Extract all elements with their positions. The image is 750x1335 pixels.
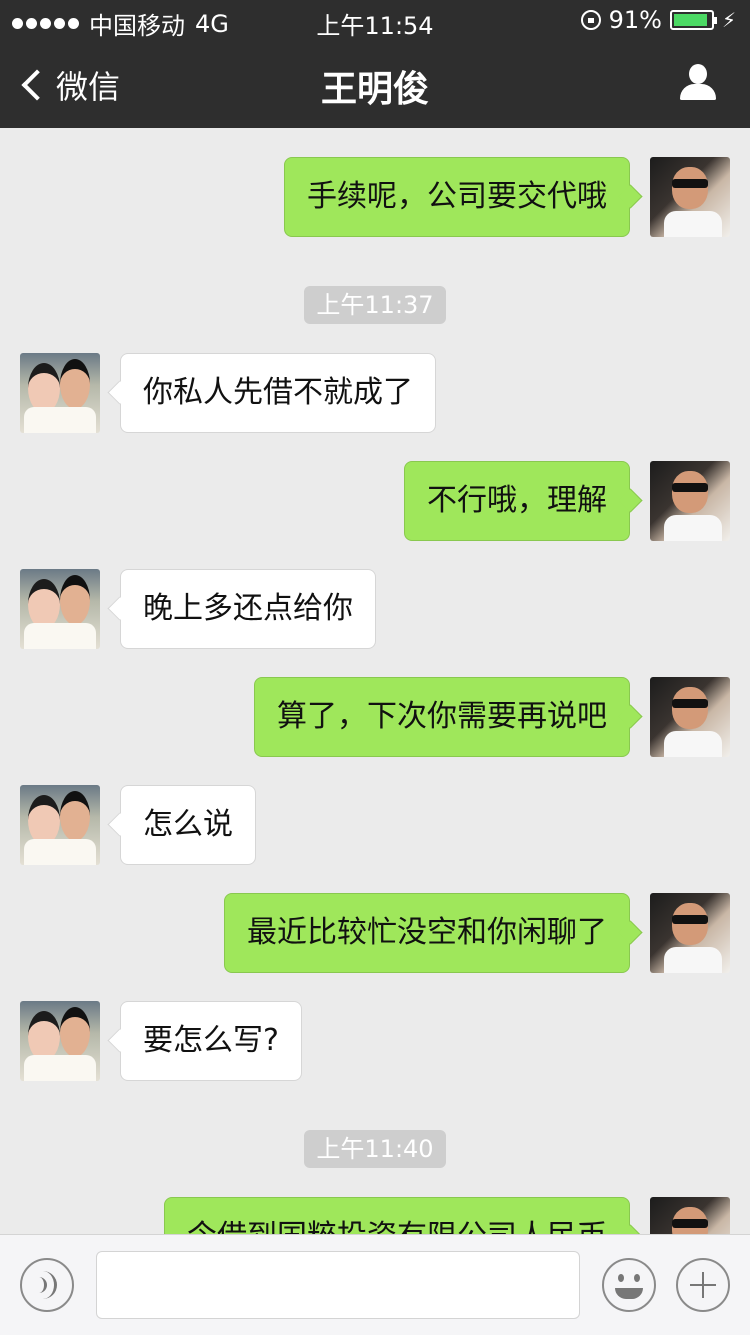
timestamp: 上午11:40 — [0, 1130, 750, 1168]
message-bubble-incoming[interactable]: 晚上多还点给你 — [120, 569, 376, 649]
timestamp-label: 上午11:37 — [304, 286, 446, 324]
status-bar: 中国移动 4G 上午11:54 91% ⚡ — [0, 0, 750, 40]
my-avatar[interactable] — [650, 461, 730, 541]
message-bubble-outgoing[interactable]: 算了，下次你需要再说吧 — [254, 677, 630, 757]
contact-avatar[interactable] — [20, 353, 100, 433]
message-bubble-outgoing[interactable]: 最近比较忙没空和你闲聊了 — [224, 893, 630, 973]
my-avatar[interactable] — [650, 157, 730, 237]
chat-title: 王明俊 — [320, 69, 429, 110]
contact-avatar[interactable] — [20, 785, 100, 865]
message-bubble-incoming[interactable]: 怎么说 — [120, 785, 256, 865]
message-bubble-outgoing[interactable]: 手续呢，公司要交代哦 — [284, 157, 630, 237]
my-avatar[interactable] — [650, 677, 730, 757]
my-avatar[interactable] — [650, 1197, 730, 1234]
input-bar — [0, 1234, 750, 1335]
emoji-button[interactable] — [602, 1258, 656, 1312]
message-input[interactable] — [96, 1251, 580, 1319]
battery-percent: 91% — [608, 6, 662, 34]
rotation-lock-icon — [580, 10, 601, 30]
smiley-icon — [618, 1274, 624, 1282]
timestamp: 上午11:37 — [0, 286, 750, 324]
chat-area[interactable]: 手续呢，公司要交代哦 上午11:37 你私人先借不就成了 不行哦，理解 晚上多还… — [0, 128, 750, 1234]
more-options-button[interactable] — [676, 1258, 730, 1312]
message-bubble-incoming[interactable]: 要怎么写? — [120, 1001, 302, 1081]
contact-avatar[interactable] — [20, 1001, 100, 1081]
status-right: 91% ⚡ — [580, 6, 736, 34]
my-avatar[interactable] — [650, 893, 730, 973]
contact-avatar[interactable] — [20, 569, 100, 649]
timestamp-label: 上午11:40 — [304, 1130, 446, 1168]
battery-icon — [669, 10, 717, 30]
voice-input-button[interactable] — [20, 1258, 74, 1312]
message-bubble-outgoing[interactable]: 不行哦，理解 — [404, 461, 630, 541]
message-bubble-incoming[interactable]: 你私人先借不就成了 — [120, 353, 436, 433]
message-bubble-outgoing[interactable]: 今借到国粹投资有限公司人民币 — [164, 1197, 630, 1234]
profile-icon[interactable] — [678, 64, 718, 104]
nav-bar: 微信 王明俊 — [0, 40, 750, 128]
charging-icon: ⚡ — [721, 8, 736, 32]
